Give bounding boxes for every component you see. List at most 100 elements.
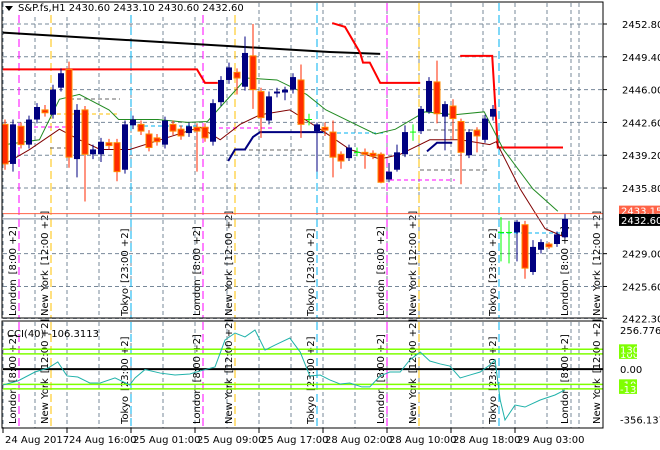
session-name: New York [224,270,235,316]
cci-level-label: -130 [620,385,643,396]
candle-bear [377,153,385,183]
candle-bull [554,234,560,245]
session-name: New York [592,270,603,316]
session-time: [8:00 +2] [8,226,19,274]
candle-bull [274,91,280,94]
session-time: [12:00 +2] [592,319,603,374]
price-label: 2425.60 [622,282,660,293]
session-label: London [8:00 +2] [192,334,203,424]
price-label: 2429.00 [622,250,660,261]
candle-bull [482,118,488,140]
candle-bull [314,124,320,132]
candle-bear [321,126,329,131]
time-label: 25 Aug 17:00 [261,435,328,446]
low-value: 2430.60 [157,3,200,14]
candle-bear [193,126,201,132]
cci-level-label: 130 [620,345,639,356]
time-label: 24 Aug 16:00 [69,435,136,446]
session-time: [12:00 +2] [40,319,51,374]
session-name: New York [408,270,419,316]
chart-title: S&P.fs,H1 2430.60 2433.10 2430.60 2432.6… [5,3,246,14]
candle-bear [1,123,9,165]
candle-bear [81,109,89,155]
candle-bull [186,126,192,134]
candle-bear [169,123,177,132]
time-label: 29 Aug 03:00 [517,435,584,446]
candle-bull [266,96,272,121]
session-time: [23:00 +2] [120,228,131,283]
candle-bull [90,149,96,155]
session-name: London [376,279,387,316]
cci-title: CCI(40) -106.3113 [7,329,99,340]
session-label: London [8:00 +2] [192,226,203,316]
candle-bear [249,55,257,91]
price-label: 2449.40 [622,53,660,64]
session-label: New York[12:00 +2] [40,211,51,316]
session-name: London [8,279,19,316]
candle-bull [242,52,248,87]
symbol-label: S&P.fs,H1 [18,3,66,14]
time-label: 28 Aug 18:00 [453,435,520,446]
session-time: [8:00 +2] [192,226,203,274]
session-label: Tokyo [23:00 +2] [306,228,317,317]
session-label: New York[12:00 +2] [408,319,419,424]
candle-bull [218,79,224,103]
candle-bear [545,243,553,248]
high-value: 2433.10 [113,3,155,14]
time-label: 25 Aug 01:00 [133,435,200,446]
time-label: 28 Aug 10:00 [389,435,456,446]
triangle-down-icon[interactable] [5,5,13,11]
session-name: Tokyo [306,396,317,425]
session-name: London [192,279,203,316]
candle-bull [418,108,424,132]
candle-bull [226,67,232,80]
session-label: London [8:00 +2] [8,334,19,424]
candle-bear [113,142,121,173]
session-label: London [8:00 +2] [560,334,571,424]
session-name: London [192,387,203,424]
session-label: New York[12:00 +2] [408,211,419,316]
candle-bull [386,171,392,180]
candle-bear [177,128,185,137]
session-name: Tokyo [306,288,317,317]
candle-bull [162,120,168,145]
chart-window[interactable]: London[8:00 +2]London[8:00 +2]New York[1… [0,0,660,450]
candle-bear [257,91,265,119]
candle-bull [538,242,544,250]
candle-bear [473,129,481,137]
session-name: London [8,387,19,424]
candle-bear [361,151,369,155]
session-time: [12:00 +2] [408,319,419,374]
candle-bear [297,79,305,125]
session-time: [23:00 +2] [488,228,499,283]
candle-bear [369,152,377,157]
time-label: 25 Aug 09:00 [197,435,264,446]
candle-bear [145,133,153,149]
candle-bull [530,246,536,273]
candle-bear [153,137,161,143]
candle-bull [514,221,520,233]
session-label: New York[12:00 +2] [592,211,603,316]
candle-bull [402,132,408,155]
session-time: [23:00 +2] [306,336,317,391]
candle-bull [562,218,568,238]
candle-bear [65,68,73,158]
candle-bull [426,80,432,112]
candle-bull [34,106,40,120]
price-label: 2422.30 [622,314,660,325]
candle-bear [233,71,241,79]
price-label: 2442.60 [622,118,660,129]
candle-bull [98,141,104,155]
session-time: [8:00 +2] [8,334,19,382]
candle-bear [521,224,529,269]
candle-bear [337,153,345,162]
candle-bull [122,124,128,170]
session-time: [8:00 +2] [376,226,387,274]
session-time: [12:00 +2] [224,319,235,374]
candle-bull [210,103,216,142]
candle-bear [105,142,113,147]
session-label: London [8:00 +2] [376,226,387,316]
bid-label: 2432.60 [621,216,660,227]
cci-max-label: 256.7767 [620,326,660,337]
candle-bear [137,123,145,132]
